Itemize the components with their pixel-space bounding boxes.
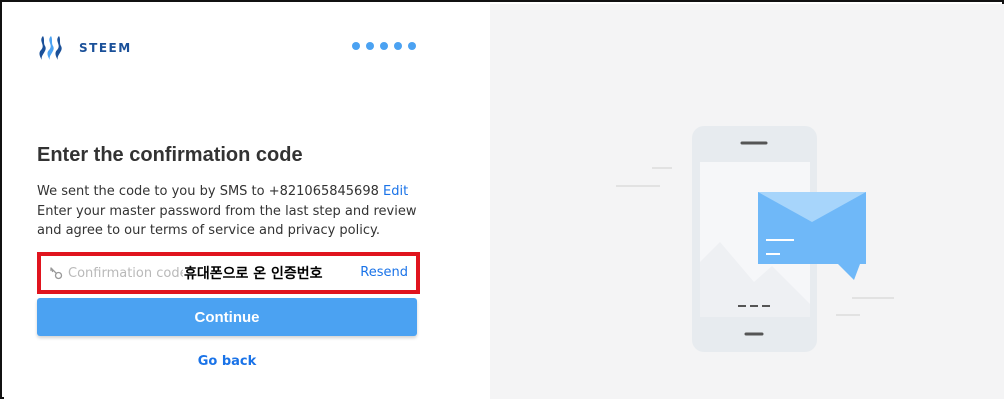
progress-dot xyxy=(408,42,416,50)
brand-name: STEEM xyxy=(79,41,132,55)
app-window: STEEM Enter the confirmation code We sen… xyxy=(0,0,1004,399)
go-back-link[interactable]: Go back xyxy=(4,354,450,369)
resend-link[interactable]: Resend xyxy=(360,265,408,280)
instructions-text: Enter your master password from the last… xyxy=(37,203,417,239)
progress-dot xyxy=(380,42,388,50)
steem-logo-icon xyxy=(39,36,62,60)
illustration-panel xyxy=(490,4,1004,399)
description: We sent the code to you by SMS to +82106… xyxy=(37,182,417,241)
key-icon xyxy=(50,267,63,280)
brand-logo: STEEM xyxy=(37,34,132,62)
code-annotation: 휴대폰으로 온 인증번호 xyxy=(184,266,323,282)
phone-sms-illustration xyxy=(616,126,894,352)
confirmation-code-field: 휴대폰으로 온 인증번호 Resend xyxy=(37,252,420,294)
page-title: Enter the confirmation code xyxy=(37,144,303,166)
progress-dots xyxy=(352,42,416,50)
signup-panel: STEEM Enter the confirmation code We sen… xyxy=(4,4,490,399)
progress-dot xyxy=(394,42,402,50)
edit-phone-link[interactable]: Edit xyxy=(383,184,408,199)
continue-button[interactable]: Continue xyxy=(37,298,417,336)
progress-dot xyxy=(352,42,360,50)
confirmation-code-input[interactable] xyxy=(68,264,183,282)
progress-dot xyxy=(366,42,374,50)
sms-sent-text: We sent the code to you by SMS to +82106… xyxy=(37,184,384,199)
